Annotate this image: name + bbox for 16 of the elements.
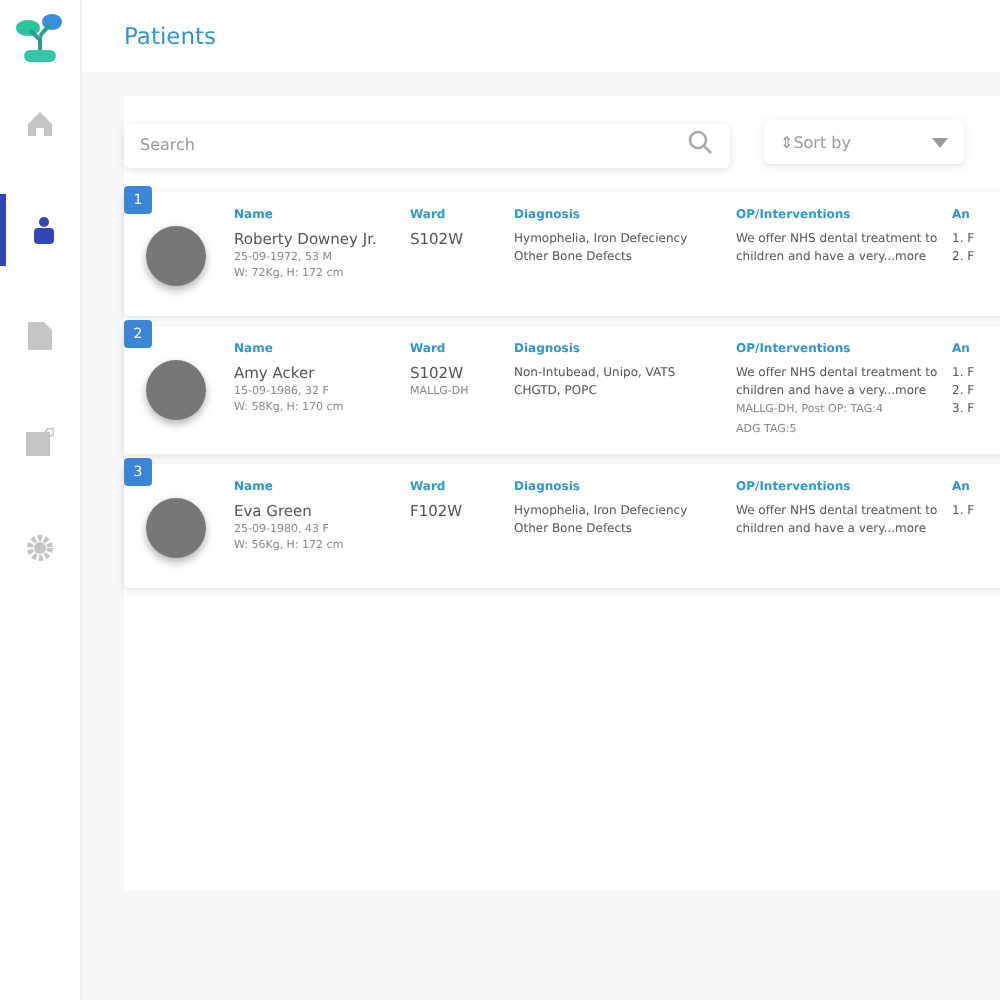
home-icon	[26, 110, 54, 138]
avatar-placeholder	[146, 498, 206, 559]
patient-card[interactable]	[124, 192, 1000, 316]
search-field[interactable]: Search	[124, 123, 730, 167]
note-icon	[26, 428, 54, 456]
plant-logo-icon	[14, 12, 66, 64]
patient-card[interactable]	[124, 326, 1000, 455]
search-icon	[688, 130, 712, 154]
patient-card[interactable]	[124, 464, 1000, 589]
avatar-placeholder	[146, 360, 206, 420]
settings-icon	[26, 534, 54, 562]
person-icon	[29, 216, 57, 244]
document-icon	[28, 322, 52, 350]
page-title: Patients	[124, 22, 217, 50]
avatar-placeholder	[146, 226, 206, 286]
caret-icon	[932, 137, 948, 147]
